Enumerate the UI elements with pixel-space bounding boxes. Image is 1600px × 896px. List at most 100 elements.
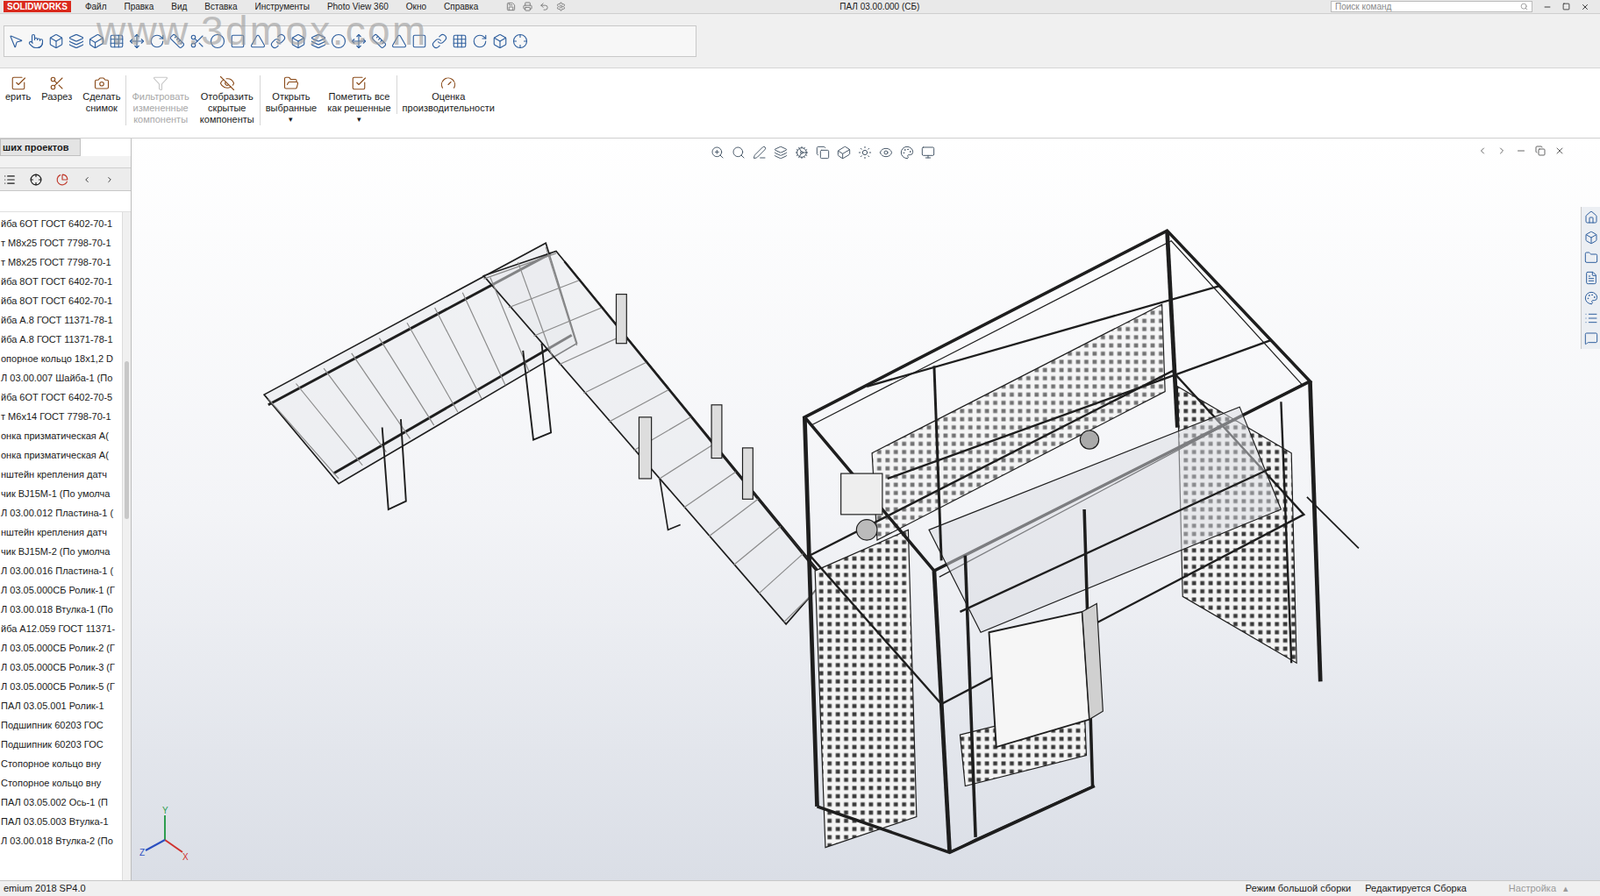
view-icon[interactable] — [815, 145, 830, 160]
tool-icon[interactable] — [209, 33, 226, 50]
menu-item[interactable]: Правка — [120, 2, 158, 12]
tree-item[interactable]: Стопорное кольцо вну — [0, 754, 122, 774]
tree-item[interactable]: Стопорное кольцо вну — [0, 773, 122, 793]
task-pane-icon[interactable] — [1584, 210, 1599, 225]
tool-icon[interactable] — [88, 33, 105, 50]
maximize-icon[interactable] — [1562, 2, 1571, 11]
tree-item[interactable]: чик BJ15M-2 (По умолча — [0, 542, 122, 562]
close-icon[interactable] — [1580, 2, 1590, 12]
command-button[interactable]: Сделатьснимок — [77, 75, 126, 115]
task-pane-icon[interactable] — [1584, 271, 1599, 286]
task-pane-icon[interactable] — [1584, 230, 1599, 245]
property-manager-icon[interactable] — [29, 173, 43, 186]
dropdown-arrow[interactable]: ▾ — [357, 114, 362, 126]
menu-item[interactable]: Photo View 360 — [323, 2, 393, 12]
tree-item[interactable]: Л 03.05.000СБ Ролик-5 (Г — [0, 677, 122, 697]
tree-scrollbar[interactable] — [121, 212, 131, 881]
menu-item[interactable]: Вставка — [200, 2, 241, 12]
tree-item[interactable]: йба 6ОТ ГОСТ 6402-70-5 — [0, 387, 122, 408]
tree-item[interactable]: Л 03.00.018 Втулка-1 (По — [0, 600, 122, 620]
tool-icon[interactable] — [451, 33, 468, 50]
tool-icon[interactable] — [471, 33, 488, 50]
tree-item[interactable]: йба 8ОТ ГОСТ 6402-70-1 — [0, 291, 122, 311]
tool-icon[interactable] — [330, 33, 347, 50]
tool-icon[interactable] — [149, 33, 165, 50]
tree-item[interactable]: Л 03.00.007 Шайба-1 (По — [0, 368, 122, 388]
tree-item[interactable]: ПАЛ 03.05.001 Ролик-1 — [0, 696, 122, 716]
tool-icon[interactable] — [250, 33, 266, 50]
tool-icon[interactable] — [169, 33, 186, 50]
tree-item[interactable]: ПАЛ 03.05.003 Втулка-1 — [0, 812, 122, 832]
command-button[interactable]: Отобразитьскрытыекомпоненты — [194, 75, 260, 126]
task-pane-icon[interactable] — [1584, 331, 1599, 346]
command-button[interactable]: Пометить всекак решенные▾ — [321, 75, 396, 126]
close-icon[interactable] — [1554, 145, 1565, 157]
tool-icon[interactable] — [48, 33, 65, 50]
dropdown-arrow[interactable]: ▾ — [288, 114, 293, 126]
tree-item[interactable]: ПАЛ 03.05.002 Ось-1 (П — [0, 792, 122, 813]
tool-icon[interactable] — [411, 33, 428, 50]
minimize-icon[interactable] — [1515, 145, 1527, 157]
tree-item[interactable]: Подшипник 60203 ГОС — [0, 715, 122, 736]
scroll-right-icon[interactable] — [105, 175, 115, 185]
tree-item[interactable]: т М8х25 ГОСТ 7798-70-1 — [0, 233, 122, 253]
task-pane-icon[interactable] — [1584, 311, 1599, 326]
menu-item[interactable]: Вид — [167, 2, 191, 12]
save-icon[interactable] — [506, 1, 516, 12]
tool-icon[interactable] — [371, 33, 387, 50]
undo-icon[interactable] — [539, 1, 550, 12]
minimize-icon[interactable] — [1542, 2, 1552, 12]
expand-icon[interactable] — [1496, 145, 1508, 157]
view-icon[interactable] — [836, 145, 851, 160]
tree-item[interactable]: онка призматическая А( — [0, 445, 122, 465]
view-icon[interactable] — [794, 145, 809, 160]
tree-item[interactable]: нштейн крепления датч — [0, 522, 122, 543]
search-field[interactable]: Поиск команд — [1330, 0, 1533, 13]
tree-item[interactable]: опорное кольцо 18х1,2 D — [0, 349, 122, 369]
tool-icon[interactable] — [391, 33, 408, 50]
view-icon[interactable] — [773, 145, 788, 160]
task-pane-icon[interactable] — [1584, 250, 1599, 265]
tool-icon[interactable] — [310, 33, 327, 50]
tool-icon[interactable] — [128, 33, 145, 50]
view-icon[interactable] — [878, 145, 893, 160]
restore-icon[interactable] — [1535, 145, 1546, 157]
menu-item[interactable]: Справка — [440, 2, 482, 12]
tool-icon[interactable] — [7, 33, 24, 50]
tree-item[interactable]: Л 03.00.018 Втулка-2 (По — [0, 831, 122, 851]
tree-item[interactable]: Л 03.05.000СБ Ролик-3 (Г — [0, 657, 122, 678]
tree-item[interactable]: Л 03.05.000СБ Ролик-2 (Г — [0, 638, 122, 658]
print-icon[interactable] — [522, 1, 533, 12]
tree-item[interactable]: т М8х25 ГОСТ 7798-70-1 — [0, 252, 122, 272]
tree-item[interactable]: Л 03.00.016 Пластина-1 ( — [0, 561, 122, 581]
menu-item[interactable]: Окно — [402, 2, 430, 12]
tree-item[interactable]: т М6х14 ГОСТ 7798-70-1 — [0, 407, 122, 427]
view-icon[interactable] — [752, 145, 767, 160]
tool-icon[interactable] — [492, 33, 508, 50]
graphics-area[interactable]: YXZ — [131, 138, 1600, 881]
tree-item[interactable]: Подшипник 60203 ГОС — [0, 735, 122, 755]
options-icon[interactable] — [556, 1, 566, 12]
tool-icon[interactable] — [189, 33, 206, 50]
tree-item[interactable]: йба 8ОТ ГОСТ 6402-70-1 — [0, 271, 122, 292]
tool-icon[interactable] — [350, 33, 367, 50]
tree-item[interactable]: Л 03.05.000СБ Ролик-1 (Г — [0, 580, 122, 600]
command-button[interactable]: Оценкапроизводительности — [396, 75, 500, 115]
feature-tree-icon[interactable] — [3, 173, 16, 186]
view-icon[interactable] — [900, 145, 915, 160]
tree-item[interactable]: нштейн крепления датч — [0, 464, 122, 485]
tool-icon[interactable] — [290, 33, 307, 50]
view-icon[interactable] — [710, 145, 725, 160]
display-manager-icon[interactable] — [56, 173, 69, 186]
view-icon[interactable] — [921, 145, 936, 160]
command-button[interactable]: Открытьвыбранные▾ — [259, 75, 322, 126]
view-icon[interactable] — [857, 145, 872, 160]
scroll-left-icon[interactable] — [82, 175, 92, 185]
tool-icon[interactable] — [108, 33, 125, 50]
tool-icon[interactable] — [431, 33, 448, 50]
tool-icon[interactable] — [270, 33, 286, 50]
panel-tab[interactable]: ших проектов — [0, 138, 81, 157]
tree-item[interactable]: йба А.8 ГОСТ 11371-78-1 — [0, 329, 122, 350]
menu-item[interactable]: Файл — [81, 2, 111, 12]
menu-item[interactable]: Инструменты — [251, 2, 314, 12]
